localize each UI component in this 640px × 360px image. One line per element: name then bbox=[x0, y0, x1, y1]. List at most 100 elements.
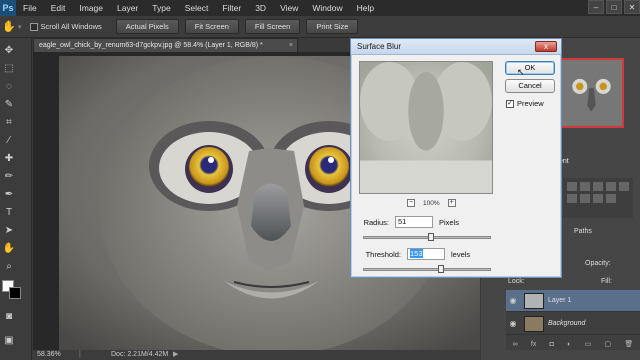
menu-type[interactable]: Type bbox=[145, 0, 177, 16]
healing-brush-tool-icon[interactable]: ✚ bbox=[2, 152, 16, 166]
preview-option[interactable]: ✓ Preview bbox=[506, 99, 544, 108]
marquee-tool-icon[interactable]: ⬚ bbox=[2, 62, 16, 76]
zoom-level[interactable]: 58.36% bbox=[37, 350, 61, 360]
scroll-all-windows-label: Scroll All Windows bbox=[40, 22, 102, 31]
dialog-title: Surface Blur bbox=[357, 42, 402, 51]
layer-style-icon[interactable]: fx bbox=[531, 341, 536, 348]
exposure-icon[interactable] bbox=[606, 182, 616, 191]
preview-image bbox=[360, 62, 492, 193]
scroll-all-windows-checkbox[interactable] bbox=[29, 22, 38, 31]
fill-label: Fill: bbox=[601, 278, 612, 285]
layer-row[interactable]: ◉ Background bbox=[506, 313, 640, 335]
navigator-thumbnail[interactable] bbox=[559, 58, 624, 128]
lasso-tool-icon[interactable]: ◌ bbox=[2, 80, 16, 94]
threshold-slider-thumb[interactable] bbox=[437, 265, 444, 273]
bw-icon[interactable] bbox=[593, 194, 603, 203]
app-logo: Ps bbox=[0, 0, 16, 16]
eyedropper-tool-icon[interactable]: ⁄ bbox=[2, 134, 16, 148]
type-tool-icon[interactable]: T bbox=[2, 206, 16, 220]
quick-mask-icon[interactable]: ◙ bbox=[2, 310, 16, 324]
add-mask-icon[interactable]: ◘ bbox=[550, 341, 554, 348]
mouse-cursor-icon: ↖ bbox=[517, 67, 525, 77]
menu-image[interactable]: Image bbox=[72, 0, 110, 16]
move-tool-icon[interactable]: ✥ bbox=[2, 44, 16, 58]
background-color-swatch[interactable] bbox=[9, 287, 21, 299]
filter-preview[interactable] bbox=[359, 61, 493, 194]
actual-pixels-button[interactable]: Actual Pixels bbox=[115, 19, 179, 34]
quick-select-tool-icon[interactable]: ✎ bbox=[2, 98, 16, 112]
minimize-button[interactable]: – bbox=[588, 0, 604, 14]
menu-edit[interactable]: Edit bbox=[44, 0, 73, 16]
link-layers-icon[interactable]: ∞ bbox=[513, 341, 518, 348]
menu-file[interactable]: File bbox=[16, 0, 44, 16]
menu-layer[interactable]: Layer bbox=[110, 0, 145, 16]
ok-button[interactable]: OK bbox=[505, 61, 555, 75]
delete-layer-icon[interactable]: 🗑 bbox=[624, 340, 633, 348]
close-app-button[interactable]: ✕ bbox=[624, 0, 640, 14]
adjustments-panel bbox=[563, 178, 633, 218]
crop-tool-icon[interactable]: ⌗ bbox=[2, 116, 16, 130]
opacity-label: Opacity: bbox=[585, 260, 611, 267]
lock-label: Lock: bbox=[508, 278, 525, 285]
menu-filter[interactable]: Filter bbox=[215, 0, 248, 16]
curves-icon[interactable] bbox=[593, 182, 603, 191]
preview-checkbox[interactable]: ✓ bbox=[506, 99, 514, 108]
layer-name: Layer 1 bbox=[548, 297, 572, 304]
paths-tab[interactable]: Paths bbox=[574, 228, 592, 235]
print-size-button[interactable]: Print Size bbox=[306, 19, 359, 34]
cancel-button[interactable]: Cancel bbox=[505, 79, 555, 93]
radius-input[interactable]: 51 bbox=[395, 216, 433, 228]
new-group-icon[interactable]: ▭ bbox=[585, 340, 592, 348]
status-divider: | bbox=[79, 351, 81, 358]
dialog-title-bar[interactable]: Surface Blur x bbox=[351, 39, 561, 55]
radius-slider[interactable] bbox=[363, 233, 491, 241]
hand-tool-icon[interactable]: ✋ bbox=[2, 242, 16, 256]
threshold-label: Threshold: bbox=[365, 249, 401, 259]
doc-size-info: Doc: 2.21M/4.42M bbox=[111, 351, 169, 358]
new-layer-icon[interactable]: ▢ bbox=[605, 340, 612, 348]
hue-icon[interactable] bbox=[567, 194, 577, 203]
menu-view[interactable]: View bbox=[273, 0, 305, 16]
photo-filter-icon[interactable] bbox=[606, 194, 616, 203]
dialog-close-button[interactable]: x bbox=[535, 41, 557, 52]
adjustment-layer-icon[interactable]: ◐ bbox=[567, 341, 571, 348]
layer-visibility-eye-icon[interactable]: ◉ bbox=[506, 296, 520, 305]
brightness-icon[interactable] bbox=[567, 182, 577, 191]
radius-slider-thumb[interactable] bbox=[427, 233, 434, 241]
surface-blur-dialog: Surface Blur x − 100% + OK Cancel ↖ ✓ Pr… bbox=[350, 38, 562, 278]
close-document-icon[interactable]: × bbox=[289, 39, 293, 52]
layer-row[interactable]: ◉ Layer 1 bbox=[506, 290, 640, 312]
maximize-button[interactable]: □ bbox=[606, 0, 622, 14]
fit-screen-button[interactable]: Fit Screen bbox=[184, 19, 239, 34]
brush-tool-icon[interactable]: ✏ bbox=[2, 170, 16, 184]
layer-visibility-eye-icon[interactable]: ◉ bbox=[506, 319, 520, 328]
pen-tool-icon[interactable]: ✒ bbox=[2, 188, 16, 202]
options-bar: ✋ ▾ Scroll All Windows Actual Pixels Fit… bbox=[0, 16, 640, 38]
levels-icon[interactable] bbox=[580, 182, 590, 191]
radius-unit: Pixels bbox=[439, 217, 460, 227]
path-select-tool-icon[interactable]: ➤ bbox=[2, 224, 16, 238]
threshold-slider[interactable] bbox=[363, 265, 491, 273]
preview-label: Preview bbox=[517, 99, 544, 108]
radius-row: Radius: 51 Pixels bbox=[363, 215, 459, 229]
zoom-in-button[interactable]: + bbox=[447, 199, 456, 207]
zoom-out-button[interactable]: − bbox=[407, 199, 415, 207]
vibrance-icon[interactable] bbox=[619, 182, 629, 191]
tool-preset-chevron-icon[interactable]: ▾ bbox=[18, 23, 22, 31]
threshold-value: 153 bbox=[410, 249, 423, 258]
layers-panel: ◉ Layer 1 ◉ Background ∞ fx ◘ ◐ ▭ ▢ 🗑 bbox=[506, 290, 640, 350]
fill-screen-button[interactable]: Fill Screen bbox=[244, 19, 301, 34]
color-balance-icon[interactable] bbox=[580, 194, 590, 203]
menu-select[interactable]: Select bbox=[178, 0, 216, 16]
navigator-owl-image bbox=[561, 60, 622, 126]
status-menu-arrow-icon[interactable]: ▶ bbox=[173, 350, 178, 360]
zoom-tool-icon[interactable]: ⌕ bbox=[2, 260, 16, 274]
document-tab[interactable]: eagle_owl_chick_by_renum63-d7gckpv.jpg @… bbox=[33, 38, 298, 52]
threshold-input[interactable]: 153 bbox=[407, 248, 445, 260]
menu-help[interactable]: Help bbox=[350, 0, 381, 16]
radius-label: Radius: bbox=[363, 217, 389, 227]
menu-3d[interactable]: 3D bbox=[248, 0, 273, 16]
layer-thumbnail bbox=[524, 292, 544, 309]
menu-window[interactable]: Window bbox=[305, 0, 349, 16]
screen-mode-icon[interactable]: ▣ bbox=[2, 334, 16, 348]
